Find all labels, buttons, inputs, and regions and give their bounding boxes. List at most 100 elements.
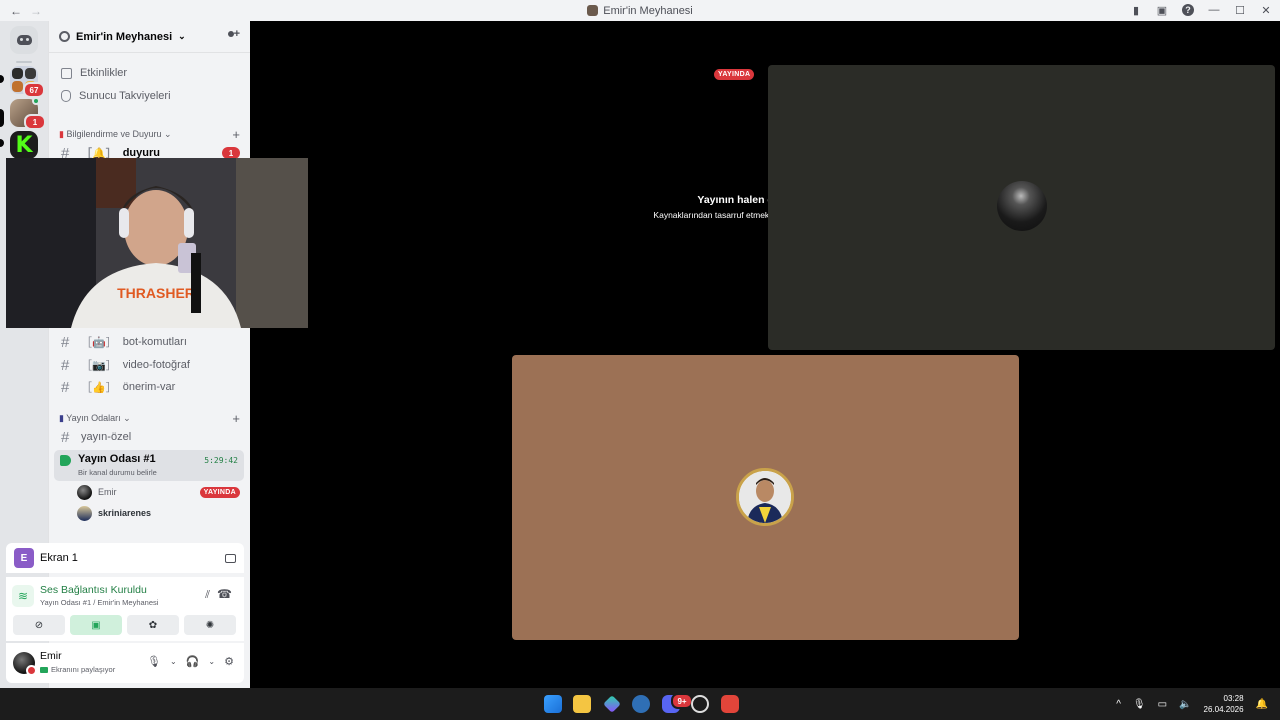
channel-status-prompt[interactable]: Bir kanal durumu belirle: [78, 468, 157, 477]
window-title-text: Emir'in Meyhanesi: [603, 4, 693, 17]
server-thumb-icon: [587, 5, 599, 16]
stage-live-badge: YAYINDA: [714, 69, 755, 80]
voice-status-dot: [32, 97, 40, 105]
channel-emoji: ［👍］: [81, 382, 117, 394]
maximize-button[interactable]: ☐: [1234, 3, 1246, 17]
server-icon-kick[interactable]: K: [10, 131, 38, 159]
minimize-button[interactable]: —: [1208, 3, 1220, 17]
speaker-icon: [60, 455, 71, 466]
chevron-down-icon[interactable]: ⌄: [208, 657, 215, 666]
server-mention-badge: 1: [24, 114, 46, 130]
hash-icon: #: [61, 333, 70, 351]
stream-stage: Yayının halen devam ediyor! Kaynaklarınd…: [250, 21, 1280, 688]
hash-icon: #: [61, 428, 70, 446]
notification-bell-icon[interactable]: 🔔: [1256, 699, 1268, 710]
disconnect-icon[interactable]: ☎: [217, 587, 232, 601]
clock[interactable]: 03:28 26.04.2026: [1204, 693, 1244, 715]
voice-action-buttons: ⊘ ▣ ✿ ✺: [13, 615, 236, 635]
voice-connection-panel: ≋ Ses Bağlantısı Kuruldu Yayın Odası #1 …: [6, 577, 244, 641]
app-clock-icon[interactable]: [691, 695, 709, 713]
chevron-up-icon[interactable]: ^: [1116, 699, 1121, 710]
back-arrow-icon[interactable]: ←: [10, 4, 22, 18]
folder-mention-badge: 67: [23, 82, 45, 98]
channel-label: video-fotoğraf: [122, 359, 190, 371]
participant-avatar: [997, 181, 1047, 231]
history-nav: ← →: [0, 4, 42, 18]
bookmark-icon[interactable]: ▮: [1130, 3, 1142, 17]
user-name[interactable]: Emir: [40, 650, 62, 662]
chevron-down-icon[interactable]: ⌄: [170, 657, 177, 666]
camera-overlay-window[interactable]: THRASHER: [6, 158, 308, 328]
voice-location[interactable]: Yayın Odası #1 / Emir'in Meyhanesi: [40, 598, 158, 607]
category-announce[interactable]: ▮ Bilgilendirme ve Duyuru ⌄ +: [59, 127, 240, 142]
channel-label: bot-komutları: [122, 336, 187, 348]
participant-tile-emir[interactable]: [768, 65, 1275, 350]
windows-taskbar: 9+ ^ 🎙 ▭ 🔈 03:28 26.04.2026 🔔: [0, 688, 1280, 720]
voice-user-name: skriniarenes: [98, 508, 152, 518]
avatar: [77, 505, 92, 521]
share-screen-button[interactable]: ▣: [70, 615, 122, 635]
forward-arrow-icon[interactable]: →: [30, 4, 42, 18]
network-icon[interactable]: ▭: [1158, 699, 1167, 710]
sidebar-item-label: Sunucu Takviyeleri: [79, 90, 171, 102]
category-stream[interactable]: ▮ Yayın Odaları ⌄ +: [59, 411, 240, 426]
user-controls: 🎙 ⌄ 🎧 ⌄ ⚙: [147, 655, 234, 668]
participant-tile-skriniarenes[interactable]: [512, 355, 1019, 640]
app-diamond-icon[interactable]: [603, 695, 621, 713]
voice-user-name: Emir: [98, 487, 117, 497]
microphone-icon[interactable]: 🎙: [1133, 699, 1146, 710]
file-explorer-icon[interactable]: [573, 695, 591, 713]
voice-timer: 5:29:42: [204, 456, 238, 465]
app-globe-icon[interactable]: [632, 695, 650, 713]
add-channel-icon[interactable]: +: [232, 411, 240, 426]
help-icon[interactable]: ?: [1182, 4, 1194, 16]
close-button[interactable]: ✕: [1260, 3, 1272, 17]
invite-people-icon[interactable]: [226, 28, 240, 43]
hash-icon: #: [61, 356, 70, 374]
sidebar-item-boosts[interactable]: Sunucu Takviyeleri: [53, 86, 244, 106]
soundboard-button[interactable]: ✺: [184, 615, 236, 635]
server-header[interactable]: Emir'in Meyhanesi ⌄: [49, 21, 250, 53]
voice-user-emir[interactable]: Emir YAYINDA: [77, 483, 240, 501]
add-channel-icon[interactable]: +: [232, 127, 240, 142]
boost-shield-icon: [61, 90, 71, 102]
channel-bot-komutlari[interactable]: # ［🤖］ bot-komutları: [53, 332, 244, 352]
voice-user-skriniarenes[interactable]: skriniarenes: [77, 504, 240, 522]
system-tray: ^ 🎙 ▭ 🔈 03:28 26.04.2026 🔔: [1116, 688, 1268, 720]
avatar: [77, 484, 92, 500]
discord-home-button[interactable]: [10, 26, 38, 54]
sidebar-item-events[interactable]: Etkinlikler: [53, 63, 244, 83]
noise-suppression-icon[interactable]: ⫽: [205, 589, 210, 602]
screen-app-icon: E: [14, 548, 34, 568]
channel-onerim-var[interactable]: # ［👍］ önerim-var: [53, 377, 244, 397]
user-status-text: Ekranını paylaşıyor: [51, 665, 116, 674]
start-button-icon[interactable]: [544, 695, 562, 713]
user-status: Ekranını paylaşıyor: [40, 665, 115, 674]
channel-emoji: ［🤖］: [81, 337, 117, 349]
headset-icon[interactable]: 🎧: [186, 655, 200, 668]
mic-icon[interactable]: 🎙: [147, 655, 161, 668]
volume-icon[interactable]: 🔈: [1179, 699, 1191, 710]
user-avatar[interactable]: [13, 652, 37, 676]
live-badge: YAYINDA: [199, 486, 240, 498]
screen-share-panel: E Ekran 1: [6, 543, 244, 573]
stop-share-icon[interactable]: [225, 553, 236, 563]
category-label: Bilgilendirme ve Duyuru: [66, 128, 162, 139]
hash-icon: #: [61, 378, 70, 396]
settings-gear-icon[interactable]: ⚙: [224, 655, 234, 668]
svg-text:THRASHER: THRASHER: [117, 285, 195, 301]
signal-icon[interactable]: ≋: [12, 585, 34, 607]
activities-button[interactable]: ✿: [127, 615, 179, 635]
inbox-icon[interactable]: ▣: [1156, 3, 1168, 17]
channel-yayin-ozel[interactable]: # yayın-özel: [53, 427, 244, 447]
voice-status[interactable]: Ses Bağlantısı Kuruldu: [40, 584, 147, 596]
unread-pill: [0, 75, 4, 83]
camera-off-button[interactable]: ⊘: [13, 615, 65, 635]
title-bar: ← → Emir'in Meyhanesi ▮ ▣ ? — ☐ ✕: [0, 0, 1280, 21]
webcam-feed-image: THRASHER: [6, 158, 308, 328]
user-panel: Emir Ekranını paylaşıyor 🎙 ⌄ 🎧 ⌄ ⚙: [6, 643, 244, 683]
clock-time: 03:28: [1223, 694, 1244, 703]
voice-channel-yayin-odasi[interactable]: Yayın Odası #1 Bir kanal durumu belirle …: [54, 450, 244, 481]
channel-video-fotograf[interactable]: # ［📷］ video-fotoğraf: [53, 355, 244, 375]
brave-browser-icon[interactable]: [721, 695, 739, 713]
